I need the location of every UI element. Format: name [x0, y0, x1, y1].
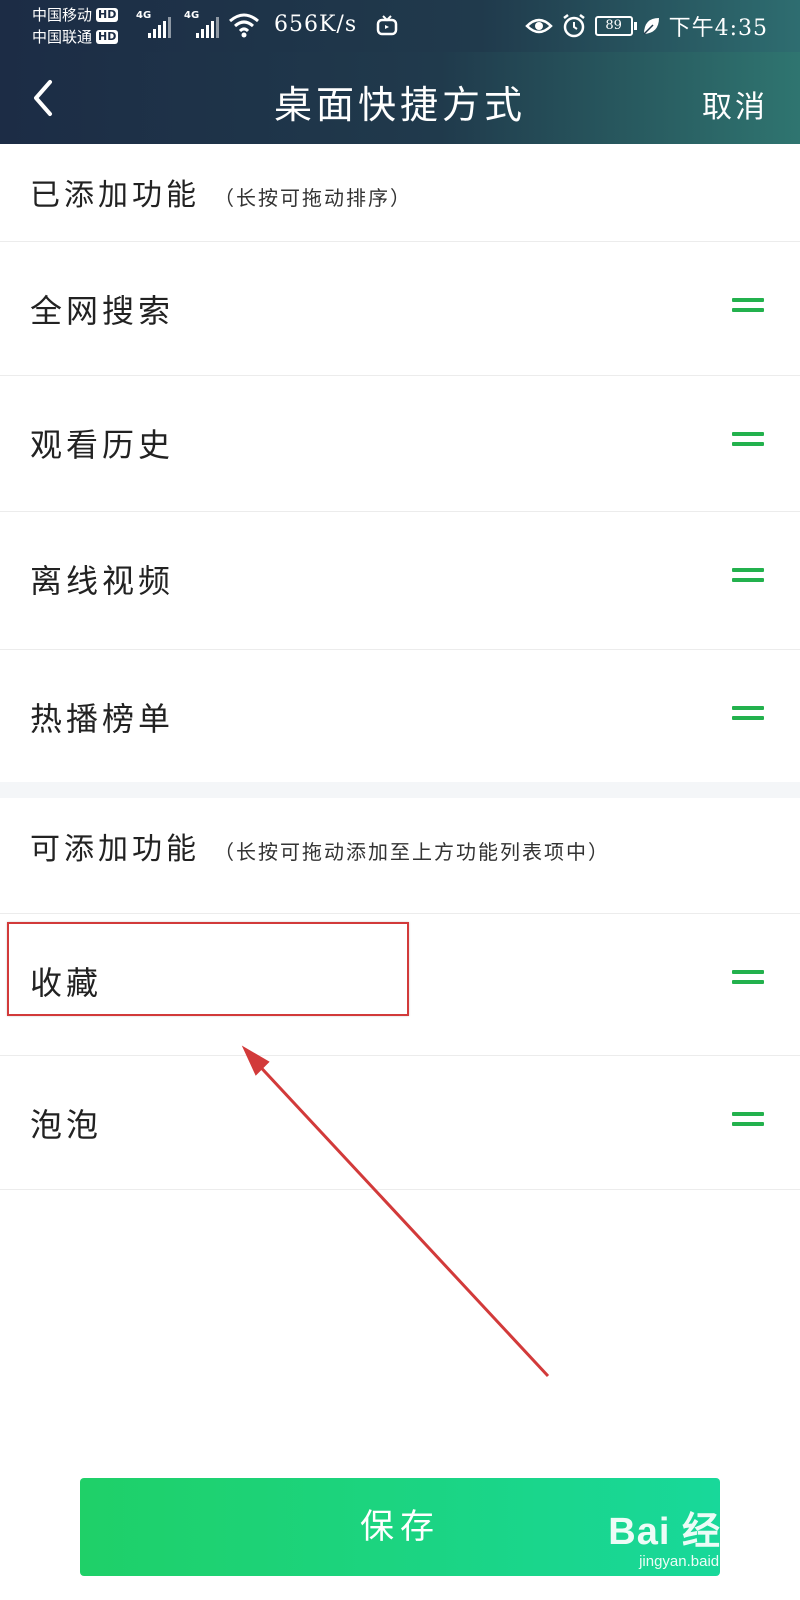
watermark: Bai 经验 jingyan.baidu.com	[608, 1500, 760, 1570]
section-hint: （长按可拖动排序）	[214, 186, 412, 210]
available-section-header: 可添加功能 （长按可拖动添加至上方功能列表项中）	[0, 798, 800, 914]
status-bar: 中国移动 HD 中国联通 HD 4G 4G 656K/s 89 下午4:35	[0, 0, 800, 52]
page-title: 桌面快捷方式	[273, 83, 526, 127]
alarm-icon	[562, 14, 585, 38]
network-speed: 656K/s	[274, 12, 358, 37]
section-title: 可添加功能 （长按可拖动添加至上方功能列表项中）	[30, 824, 610, 868]
watermark-url: jingyan.baidu.com	[639, 1553, 760, 1570]
system-status: 89 下午4:35	[524, 10, 768, 42]
drag-handle-icon[interactable]	[732, 970, 764, 988]
section-title: 已添加功能 （长按可拖动排序）	[30, 170, 412, 214]
section-title-text: 可添加功能	[30, 832, 200, 867]
signal-indicators: 4G 4G	[136, 10, 222, 40]
section-title-text: 已添加功能	[30, 178, 200, 213]
drag-handle-icon[interactable]	[732, 298, 764, 316]
carrier-2-label: 中国联通	[32, 28, 93, 46]
list-item-label: 观看历史	[30, 426, 175, 464]
wifi-icon	[229, 13, 259, 38]
hd-badge: HD	[96, 8, 119, 22]
list-item[interactable]: 全网搜索	[0, 242, 800, 376]
list-item[interactable]: 观看历史	[0, 376, 800, 512]
signal-icon: 4G	[136, 10, 174, 40]
cancel-button[interactable]: 取消	[702, 82, 768, 126]
signal-icon: 4G	[184, 10, 222, 40]
drag-handle-icon[interactable]	[732, 432, 764, 450]
carrier-info: 中国移动 HD 中国联通 HD	[32, 4, 119, 48]
eye-icon	[524, 18, 553, 34]
clock: 下午4:35	[668, 16, 768, 41]
annotation-highlight-box	[7, 922, 409, 1016]
drag-handle-icon[interactable]	[732, 568, 764, 586]
watermark-logo: Bai 经验	[608, 1511, 760, 1553]
list-item[interactable]: 泡泡	[0, 1056, 800, 1190]
battery-icon: 89	[594, 16, 637, 36]
section-divider	[0, 782, 800, 798]
list-item-label: 全网搜索	[30, 292, 175, 330]
section-hint: （长按可拖动添加至上方功能列表项中）	[214, 840, 610, 864]
drag-handle-icon[interactable]	[732, 1112, 764, 1130]
battery-level: 89	[605, 18, 622, 33]
list-item-label: 泡泡	[30, 1106, 103, 1144]
drag-handle-icon[interactable]	[732, 706, 764, 724]
leaf-icon	[643, 18, 659, 35]
list-item[interactable]: 热播榜单	[0, 650, 800, 782]
nav-bar: 桌面快捷方式 取消	[0, 52, 800, 144]
list-item-label: 离线视频	[30, 562, 175, 600]
list-item[interactable]: 离线视频	[0, 512, 800, 650]
hd-badge: HD	[96, 30, 119, 44]
tv-icon	[376, 15, 398, 36]
added-section-header: 已添加功能 （长按可拖动排序）	[0, 144, 800, 242]
carrier-1-label: 中国移动	[32, 6, 93, 24]
list-item-label: 热播榜单	[30, 700, 175, 738]
